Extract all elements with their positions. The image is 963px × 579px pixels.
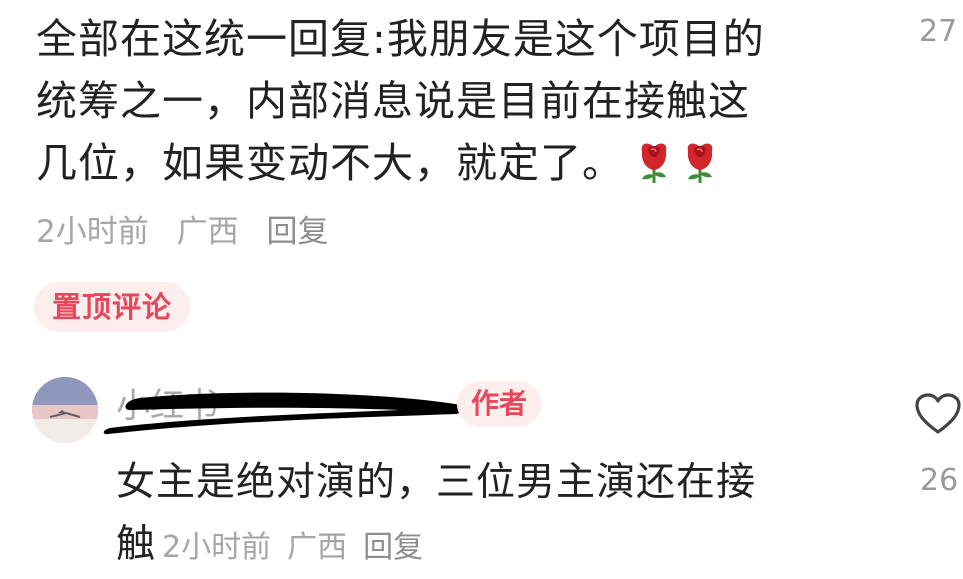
pinned-comment-badge: 置顶评论 <box>34 282 191 332</box>
comment-line: 几位，如果变动不大，就定了。 <box>36 132 856 202</box>
rose-emoji-icon <box>634 139 674 202</box>
comment-line-text: 触 <box>116 522 157 567</box>
avatar[interactable] <box>32 377 98 443</box>
heart-outline-icon[interactable] <box>914 392 962 436</box>
reply-comment-meta: 2小时前 广西 回复 <box>162 530 439 565</box>
comment-time: 2小时前 <box>36 214 149 250</box>
comment-location: 广西 <box>287 530 348 565</box>
emoji-group <box>634 139 726 202</box>
comment-location: 广西 <box>176 214 239 250</box>
comment-line: 统筹之一，内部消息说是目前在接触这 <box>36 77 750 125</box>
top-comment-like-count[interactable]: 27 <box>919 14 963 49</box>
reply-comment-like-count[interactable]: 26 <box>920 463 963 498</box>
rose-emoji-icon <box>680 139 720 202</box>
reply-button[interactable]: 回复 <box>266 214 328 250</box>
reply-button[interactable]: 回复 <box>363 530 423 565</box>
author-badge: 作者 <box>457 381 542 427</box>
comment-line: 触 2小时前 广西 回复 <box>116 514 876 579</box>
comment-line: 全部在这统一回复:我朋友是这个项目的 <box>36 15 765 63</box>
redaction-mark <box>103 392 464 435</box>
reply-comment-text: 女主是绝对演的，三位男主演还在接 触 2小时前 广西 回复 <box>116 452 876 579</box>
top-comment-text: 全部在这统一回复:我朋友是这个项目的 统筹之一，内部消息说是目前在接触这 几位，… <box>36 8 856 202</box>
comment-line: 女主是绝对演的，三位男主演还在接 <box>116 460 757 505</box>
comment-time: 2小时前 <box>162 530 272 565</box>
top-comment-meta: 2小时前 广西 回复 <box>36 206 346 251</box>
comment-line-text: 几位，如果变动不大，就定了。 <box>36 139 624 187</box>
